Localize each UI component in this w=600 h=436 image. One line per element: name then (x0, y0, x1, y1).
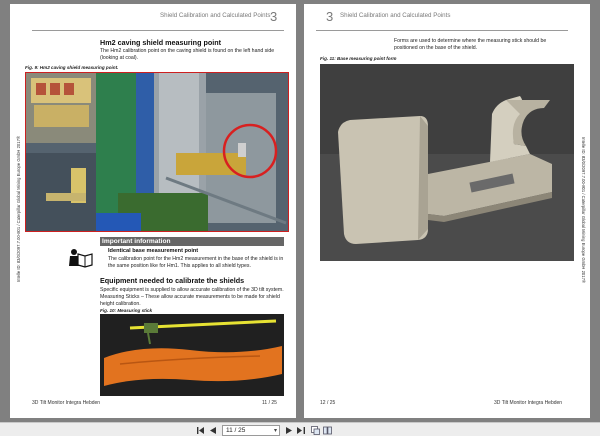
footer-page-number: 12 / 25 (320, 400, 336, 406)
page-11: Shield Calibration and Calculated Points… (10, 4, 296, 418)
first-page-icon[interactable] (196, 425, 206, 435)
last-page-icon[interactable] (296, 425, 306, 435)
important-info-subheading: Identical base measurement point (108, 248, 199, 254)
equipment-title: Equipment needed to calibrate the shield… (100, 276, 245, 285)
two-page-view-icon[interactable] (322, 425, 332, 435)
figure-9-caption: Fig. 9: Hm2 caving shield measuring poin… (25, 65, 119, 70)
side-document-id: Intelle ID: 83/0/2097.7.00-801 / Caterpi… (16, 135, 21, 282)
chapter-title: Shield Calibration and Calculated Points (340, 12, 451, 19)
footer-title: 3D Tilt Monitor Integra Hebden (494, 400, 563, 406)
footer-title: 3D Tilt Monitor Integra Hebden (32, 400, 101, 406)
single-page-view-icon[interactable] (310, 425, 320, 435)
next-page-icon[interactable] (284, 425, 294, 435)
footer-page-number: 11 / 25 (262, 400, 277, 406)
intro-text: Forms are used to determine where the me… (394, 38, 547, 52)
measuring-form-photo (320, 64, 574, 261)
equipment-text: Specific equipment is supplied to allow … (100, 287, 284, 308)
section-title: Hm2 caving shield measuring point (100, 38, 222, 47)
header-rule (32, 30, 284, 31)
shield-photo (26, 73, 288, 231)
prev-page-icon[interactable] (208, 425, 218, 435)
chapter-title: Shield Calibration and Calculated Points (160, 12, 271, 19)
page-number-select[interactable]: 11 / 25 ▾ (222, 424, 280, 436)
important-info-heading: Important information (102, 238, 171, 245)
figure-10-caption: Fig. 10: Measuring stick (100, 308, 153, 313)
page-navigation-toolbar: 11 / 25 ▾ (0, 422, 600, 436)
measuring-stick-photo (100, 314, 284, 396)
chapter-number: 3 (270, 9, 278, 24)
page-12: 3 Shield Calibration and Calculated Poin… (304, 4, 590, 418)
figure-11-image (320, 64, 574, 261)
document-viewer: Shield Calibration and Calculated Points… (0, 0, 600, 422)
page-number-value: 11 / 25 (226, 426, 246, 434)
header-rule (316, 30, 568, 31)
read-manual-icon (68, 248, 94, 268)
figure-11-caption: Fig. 11: Base measuring point form (320, 56, 397, 61)
figure-9-image (25, 72, 289, 232)
section-text: The Hm2 calibration point on the caving … (100, 48, 275, 62)
chapter-number: 3 (326, 9, 334, 24)
chevron-down-icon[interactable]: ▾ (274, 427, 277, 434)
figure-10-image (100, 314, 284, 396)
important-info-text: The calibration point for the Hm2 measur… (108, 256, 284, 270)
side-document-id: Intelle ID: 83/0/2097.7.00-801 / Caterpi… (581, 137, 586, 284)
